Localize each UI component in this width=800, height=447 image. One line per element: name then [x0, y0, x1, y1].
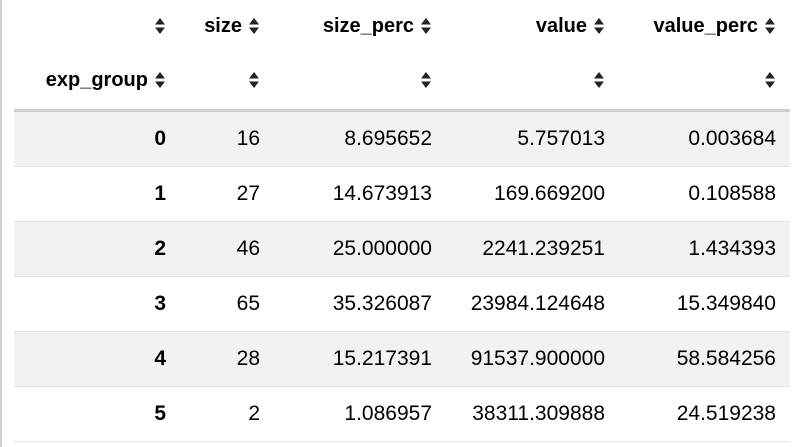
table-row: 4 28 15.217391 91537.900000 58.584256 — [14, 331, 790, 387]
table-cell: 0.108588 — [619, 166, 790, 222]
sort-icon[interactable] — [420, 17, 432, 35]
row-index: 0 — [14, 110, 180, 167]
sort-icon[interactable] — [248, 71, 260, 89]
table-cell: 27 — [180, 166, 274, 222]
sort-icon[interactable] — [764, 17, 776, 35]
table-cell: 2241.239251 — [446, 221, 619, 277]
row-index: 3 — [14, 276, 180, 332]
column-header-row: size size_perc value value_perc — [14, 0, 790, 53]
row-index: 5 — [14, 386, 180, 442]
table-cell: 2 — [180, 386, 274, 442]
index-header-blank[interactable] — [446, 53, 619, 112]
table-cell: 14.673913 — [274, 166, 446, 222]
table-body: 0 16 8.695652 5.757013 0.003684 1 27 14.673913 1… — [14, 110, 790, 442]
sort-icon[interactable] — [593, 71, 605, 89]
index-header-blank[interactable] — [619, 53, 790, 112]
index-header-blank[interactable] — [180, 53, 274, 112]
table-cell: 0.003684 — [619, 110, 790, 167]
table-row: 5 2 1.086957 38311.309888 24.519238 — [14, 386, 790, 442]
index-name-header[interactable]: exp_group — [14, 53, 180, 112]
sort-icon[interactable] — [154, 71, 166, 89]
table-cell: 8.695652 — [274, 110, 446, 167]
table-cell: 28 — [180, 331, 274, 387]
table-cell: 46 — [180, 221, 274, 277]
column-header-size-perc[interactable]: size_perc — [274, 0, 446, 53]
index-header-blank[interactable] — [274, 53, 446, 112]
table-cell: 1.434393 — [619, 221, 790, 277]
row-index: 1 — [14, 166, 180, 222]
table-row: 2 46 25.000000 2241.239251 1.434393 — [14, 221, 790, 277]
table-row: 1 27 14.673913 169.669200 0.108588 — [14, 166, 790, 222]
row-index: 4 — [14, 331, 180, 387]
sort-icon[interactable] — [248, 17, 260, 35]
column-header-index[interactable] — [14, 0, 180, 53]
column-header-value-perc[interactable]: value_perc — [619, 0, 790, 53]
table-cell: 38311.309888 — [446, 386, 619, 442]
table-cell: 16 — [180, 110, 274, 167]
table-cell: 65 — [180, 276, 274, 332]
row-index: 2 — [14, 221, 180, 277]
table-cell: 5.757013 — [446, 110, 619, 167]
table-cell: 91537.900000 — [446, 331, 619, 387]
table-cell: 35.326087 — [274, 276, 446, 332]
sort-icon[interactable] — [764, 71, 776, 89]
index-header-row: exp_group — [14, 53, 790, 112]
table-cell: 58.584256 — [619, 331, 790, 387]
sort-icon[interactable] — [420, 71, 432, 89]
table-cell: 15.349840 — [619, 276, 790, 332]
dataframe-table: size size_perc value value_perc exp_grou… — [14, 0, 790, 442]
column-header-value[interactable]: value — [446, 0, 619, 53]
sort-icon[interactable] — [593, 17, 605, 35]
table-row: 3 65 35.326087 23984.124648 15.349840 — [14, 276, 790, 332]
table-cell: 15.217391 — [274, 331, 446, 387]
table-cell: 25.000000 — [274, 221, 446, 277]
table-row: 0 16 8.695652 5.757013 0.003684 — [14, 110, 790, 167]
table-cell: 169.669200 — [446, 166, 619, 222]
notebook-output-frame: size size_perc value value_perc exp_grou… — [0, 0, 800, 447]
table-cell: 24.519238 — [619, 386, 790, 442]
table-cell: 1.086957 — [274, 386, 446, 442]
sort-icon[interactable] — [154, 17, 166, 35]
table-cell: 23984.124648 — [446, 276, 619, 332]
column-header-size[interactable]: size — [180, 0, 274, 53]
